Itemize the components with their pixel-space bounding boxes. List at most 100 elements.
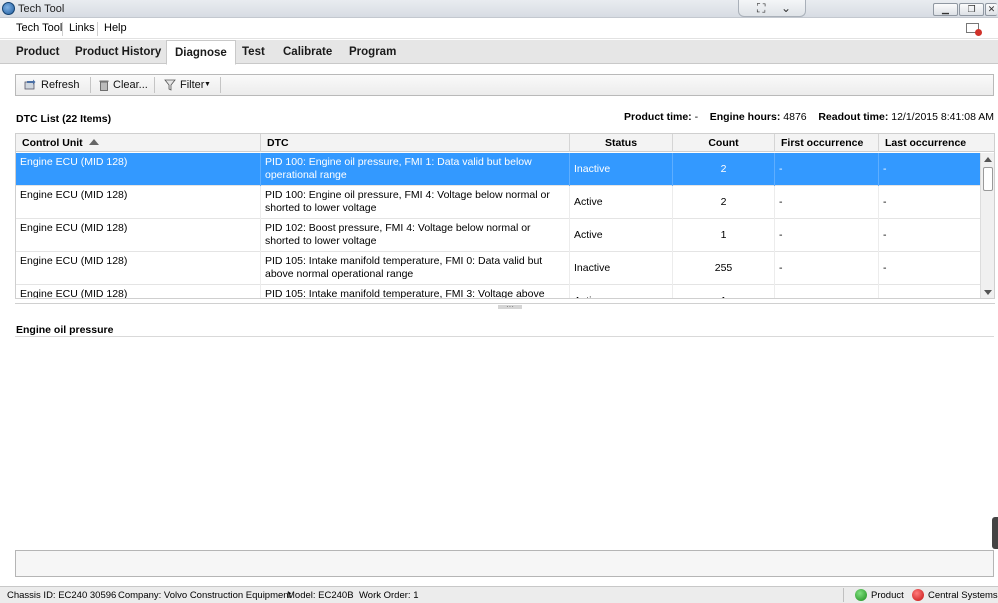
engine-hours-value: 4876 [783,111,807,123]
tab-test[interactable]: Test [234,40,273,64]
tab-product[interactable]: Product [8,40,67,64]
main-tab-bar: Product Product History Diagnose Test Ca… [0,40,998,65]
tab-diagnose[interactable]: Diagnose [166,40,236,65]
cell-first-occurrence: - [775,186,879,219]
cell-first-occurrence: - [775,219,879,252]
cell-status: Active [570,219,673,252]
cell-count: 1 [673,219,775,252]
menu-divider [62,22,63,36]
side-panel-handle[interactable] [992,517,998,549]
tab-product-history[interactable]: Product History [67,40,169,64]
cell-control-unit: Engine ECU (MID 128) [16,153,261,186]
product-status-ok-icon [855,589,867,601]
clear-button[interactable]: Clear... [96,75,152,95]
product-time-label: Product time: [624,111,692,123]
pane-splitter[interactable]: ··· [15,303,995,311]
column-header-count[interactable]: Count [673,134,775,152]
window-title: Tech Tool [18,3,65,15]
tab-calibrate[interactable]: Calibrate [275,40,340,64]
filter-dropdown[interactable]: Filter ▼ [162,75,220,95]
table-row[interactable]: Engine ECU (MID 128) PID 100: Engine oil … [16,153,981,186]
table-row[interactable]: Engine ECU (MID 128) PID 105: Intake mani… [16,252,981,285]
central-systems-label: Central Systems [928,590,998,601]
column-header-control-unit[interactable]: Control Unit [16,134,261,152]
splitter-grip[interactable]: ··· [498,303,522,311]
table-row[interactable]: Engine ECU (MID 128) PID 100: Engine oil … [16,186,981,219]
cell-control-unit: Engine ECU (MID 128) [16,285,261,298]
cell-status: Active [570,285,673,298]
detail-divider [15,336,994,337]
filter-funnel-icon [164,79,176,91]
toolbar-divider [220,77,221,93]
fullscreen-icon[interactable]: ⛶ [757,1,765,16]
close-button[interactable]: ✕ [985,3,997,16]
cell-last-occurrence: - [883,163,887,175]
chassis-id: Chassis ID: EC240 30596 [7,590,117,601]
status-divider [843,588,844,602]
table-scrollbar[interactable] [980,153,994,298]
column-header-dtc[interactable]: DTC [261,134,570,152]
title-bar: Tech Tool ⛶ ⌄ ▁ ❐ ✕ [0,0,998,18]
cell-count: 1 [673,285,775,298]
scroll-up-arrow-icon[interactable] [984,157,992,162]
table-row[interactable]: Engine ECU (MID 128) PID 102: Boost press… [16,219,981,252]
scroll-down-arrow-icon[interactable] [984,290,992,295]
toolbar-divider [90,77,91,93]
cell-last-occurrence: - [883,262,887,274]
refresh-icon [24,79,36,90]
tab-program[interactable]: Program [341,40,404,64]
table-row[interactable]: Engine ECU (MID 128) PID 105: Intake mani… [16,285,981,298]
cell-last-occurrence: - [883,229,887,241]
dtc-detail-title: Engine oil pressure [16,324,114,336]
dtc-info-row: DTC List (22 Items) Product time: - Engi… [16,111,994,127]
trash-icon [99,80,109,91]
cell-control-unit: Engine ECU (MID 128) [16,252,261,285]
cell-last-occurrence [879,285,981,298]
sort-ascending-icon [88,139,99,145]
collapse-chevron-icon[interactable]: ⌄ [781,1,791,15]
toolbar-divider [154,77,155,93]
menu-divider [97,22,98,36]
cell-dtc: PID 105: Intake manifold temperature, FM… [261,285,570,298]
cell-count: 255 [673,252,775,285]
restore-button[interactable]: ❐ [959,3,984,16]
cell-status: Inactive [570,252,673,285]
message-alert-icon[interactable] [966,23,982,36]
column-header-status[interactable]: Status [570,134,673,152]
refresh-button[interactable]: Refresh [22,75,96,95]
work-order: Work Order: 1 [359,590,419,601]
status-bar: Chassis ID: EC240 30596 Company: Volvo C… [0,586,998,603]
readout-time-value: 12/1/2015 8:41:08 AM [891,111,994,123]
cell-count: 2 [673,186,775,219]
minimize-button[interactable]: ▁ [933,3,958,16]
cell-dtc: PID 100: Engine oil pressure, FMI 4: Vol… [261,186,570,219]
cell-first-occurrence: - [775,252,879,285]
readout-info: Product time: - Engine hours: 4876 Reado… [624,111,994,123]
central-systems-error-icon [912,589,924,601]
menu-help[interactable]: Help [104,22,127,34]
table-header: Control Unit DTC Status Count First occu… [16,134,994,152]
menu-tech-tool[interactable]: Tech Tool [16,22,62,34]
column-header-last-occurrence[interactable]: Last occurrence [879,134,994,152]
cell-first-occurrence: - [775,153,879,186]
cell-dtc: PID 100: Engine oil pressure, FMI 1: Dat… [261,153,570,186]
menu-links[interactable]: Links [69,22,95,34]
cell-control-unit: Engine ECU (MID 128) [16,219,261,252]
cell-dtc: PID 105: Intake manifold temperature, FM… [261,252,570,285]
menu-bar: Tech Tool Links Help [0,19,998,39]
readout-time-label: Readout time: [818,111,889,123]
cell-first-occurrence [775,285,879,298]
dtc-toolbar: Refresh Clear... Filter ▼ [15,74,994,96]
scrollbar-thumb[interactable] [983,167,993,191]
detail-info-box [15,550,994,577]
company: Company: Volvo Construction Equipment [118,590,292,601]
dtc-table: Control Unit DTC Status Count First occu… [15,133,995,299]
cell-count: 2 [673,153,775,186]
dtc-list-title: DTC List (22 Items) [16,113,112,125]
cell-status: Inactive [570,153,673,186]
engine-hours-label: Engine hours: [709,111,781,123]
column-header-first-occurrence[interactable]: First occurrence [775,134,879,152]
cell-control-unit: Engine ECU (MID 128) [16,186,261,219]
model: Model: EC240B [287,590,354,601]
product-time-value: - [694,111,699,123]
